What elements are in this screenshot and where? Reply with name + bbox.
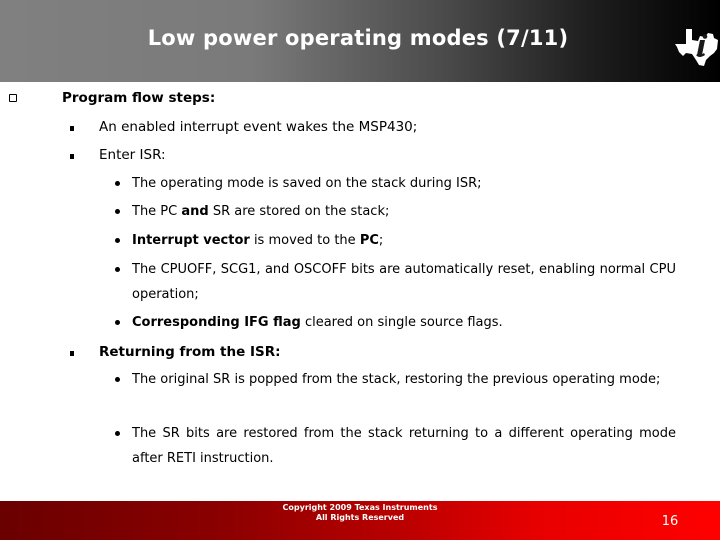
text-span: The PC <box>132 204 182 219</box>
text-span: The CPUOFF, SCG1, and OSCOFF bits are au… <box>132 262 676 302</box>
rights-line: All Rights Reserved <box>315 513 405 522</box>
sub-item-text: The original SR is popped from the stack… <box>132 367 676 392</box>
emphasized-text: and <box>181 204 209 219</box>
sub-item-text: Corresponding IFG flag cleared on single… <box>132 310 676 335</box>
slide-footer: Copyright 2009 Texas Instruments All Rig… <box>0 501 720 540</box>
round-bullet-icon <box>115 320 120 325</box>
round-bullet-icon <box>115 431 120 436</box>
text-span: cleared on single source flags. <box>300 315 503 330</box>
sub-item-text: The operating mode is saved on the stack… <box>132 171 676 196</box>
text-span: ; <box>378 233 384 248</box>
square-bullet-icon <box>70 351 74 356</box>
page-number: 16 <box>661 514 679 529</box>
slide-title: Low power operating modes (7/11) <box>147 26 569 50</box>
square-bullet-icon <box>70 154 74 159</box>
text-span: is moved to the <box>249 233 360 248</box>
texas-instruments-logo-icon <box>675 29 718 66</box>
text-span: SR are stored on the stack; <box>208 204 390 219</box>
emphasized-text: PC <box>359 233 379 248</box>
text-span: The SR bits are restored from the stack … <box>132 426 676 466</box>
sub-item-text: The CPUOFF, SCG1, and OSCOFF bits are au… <box>132 257 676 307</box>
copyright-line: Copyright 2009 Texas Instruments <box>282 503 438 512</box>
text-span: The original SR is popped from the stack… <box>132 372 661 387</box>
list-item-text: Returning from the ISR: <box>99 344 281 360</box>
round-bullet-icon <box>115 238 120 243</box>
slide-header: Low power operating modes (7/11) <box>0 0 720 82</box>
checkbox-bullet-icon <box>9 94 19 104</box>
round-bullet-icon <box>115 267 120 272</box>
copyright-notice: Copyright 2009 Texas Instruments All Rig… <box>0 503 720 523</box>
emphasized-text: Corresponding IFG flag <box>132 315 301 330</box>
sub-item-text: The SR bits are restored from the stack … <box>132 421 676 471</box>
text-span: The operating mode is saved on the stack… <box>132 176 482 191</box>
round-bullet-icon <box>115 181 120 186</box>
list-item-text: An enabled interrupt event wakes the MSP… <box>99 119 418 135</box>
emphasized-text: Interrupt vector <box>132 233 250 248</box>
square-bullet-icon <box>70 126 74 131</box>
sub-item-text: The PC and SR are stored on the stack; <box>132 199 676 224</box>
list-item-text: Enter ISR: <box>99 147 166 163</box>
sub-item-text: Interrupt vector is moved to the PC; <box>132 228 676 253</box>
list-heading: Program flow steps: <box>62 90 216 106</box>
round-bullet-icon <box>115 209 120 214</box>
round-bullet-icon <box>115 377 120 382</box>
